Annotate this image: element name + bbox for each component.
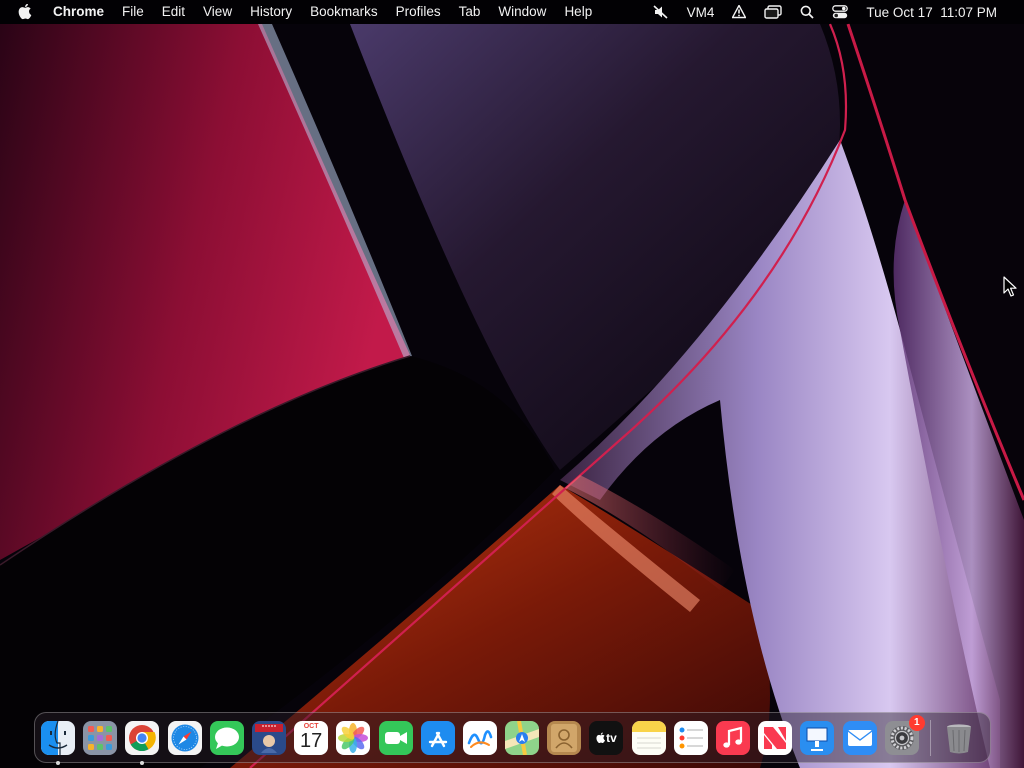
dock-mail[interactable] [842, 720, 877, 755]
dock-system-settings[interactable]: 1 [884, 714, 925, 755]
notification-badge: 1 [908, 714, 925, 731]
finder-icon [41, 720, 75, 755]
chrome-icon [125, 720, 160, 755]
menu-window[interactable]: Window [489, 0, 555, 24]
app-store-icon [420, 720, 455, 755]
dock-photo-booth[interactable] [251, 720, 286, 755]
running-indicator [140, 760, 145, 765]
alert-icon[interactable] [723, 0, 755, 24]
maps-icon [505, 720, 540, 755]
calendar-month: OCT [303, 722, 319, 730]
freeform-icon [462, 720, 497, 755]
dock-maps[interactable] [505, 720, 540, 755]
vm-label[interactable]: VM4 [678, 0, 724, 24]
contacts-icon [547, 720, 582, 755]
dock-app-store[interactable] [420, 720, 455, 755]
dock-music[interactable] [716, 720, 750, 755]
dock-safari[interactable] [167, 720, 202, 755]
dock-reminders[interactable] [673, 720, 708, 755]
dock-google-chrome[interactable] [125, 720, 160, 765]
music-icon [716, 720, 750, 755]
search-icon[interactable] [791, 0, 823, 24]
menu-app-name[interactable]: Chrome [53, 0, 113, 24]
menu-history[interactable]: History [241, 0, 301, 24]
news-icon [758, 720, 793, 755]
notes-icon [631, 720, 666, 755]
menu-help[interactable]: Help [555, 0, 601, 24]
dock-finder[interactable] [41, 720, 75, 765]
clock-datetime[interactable]: Tue Oct 17 11:07 PM [857, 0, 1006, 24]
dock-launchpad[interactable] [83, 720, 118, 755]
menu-bookmarks[interactable]: Bookmarks [301, 0, 387, 24]
control-center-icon[interactable] [823, 0, 857, 24]
apple-logo-icon[interactable] [18, 4, 34, 20]
menu-profiles[interactable]: Profiles [387, 0, 450, 24]
menu-bar-status: VM4 Tue Oct 17 11:07 PM [644, 0, 1024, 24]
dock-messages[interactable] [209, 720, 244, 755]
window-switcher-icon[interactable] [755, 0, 791, 24]
keynote-icon [800, 720, 835, 755]
menu-bar-left: Chrome File Edit View History Bookmarks … [0, 0, 601, 24]
dock-separator [929, 719, 931, 756]
desktop-wallpaper [0, 0, 1024, 768]
reminders-icon [673, 720, 708, 755]
dock-tv[interactable]: tv [589, 720, 624, 755]
speaker-muted-icon[interactable] [644, 0, 678, 24]
safari-icon [167, 720, 202, 755]
messages-icon [209, 720, 244, 755]
trash-icon [946, 723, 971, 753]
dock-keynote[interactable] [800, 720, 835, 755]
dock-contacts[interactable] [547, 720, 582, 755]
photo-booth-icon [251, 720, 286, 755]
launchpad-icon [83, 720, 118, 755]
mail-icon [842, 720, 877, 755]
menu-tab[interactable]: Tab [450, 0, 490, 24]
dock-news[interactable] [758, 720, 793, 755]
menu-file[interactable]: File [113, 0, 153, 24]
menu-view[interactable]: View [194, 0, 241, 24]
mouse-pointer-icon [1003, 276, 1017, 297]
dock-facetime[interactable] [378, 720, 413, 755]
dock: OCT 17 tv 1 [34, 712, 991, 765]
menu-edit[interactable]: Edit [153, 0, 194, 24]
menu-bar: Chrome File Edit View History Bookmarks … [0, 0, 1024, 24]
photos-icon [336, 720, 371, 755]
apple-logo-icon [596, 732, 606, 743]
dock-photos[interactable] [336, 720, 371, 755]
running-indicator [56, 760, 60, 765]
calendar-day: 17 [300, 729, 323, 752]
dock-freeform[interactable] [462, 720, 497, 755]
dock-trash[interactable] [942, 721, 976, 755]
dock-notes[interactable] [631, 720, 666, 755]
facetime-icon [378, 720, 413, 755]
tv-label: tv [606, 730, 617, 745]
dock-calendar[interactable]: OCT 17 [294, 720, 329, 755]
